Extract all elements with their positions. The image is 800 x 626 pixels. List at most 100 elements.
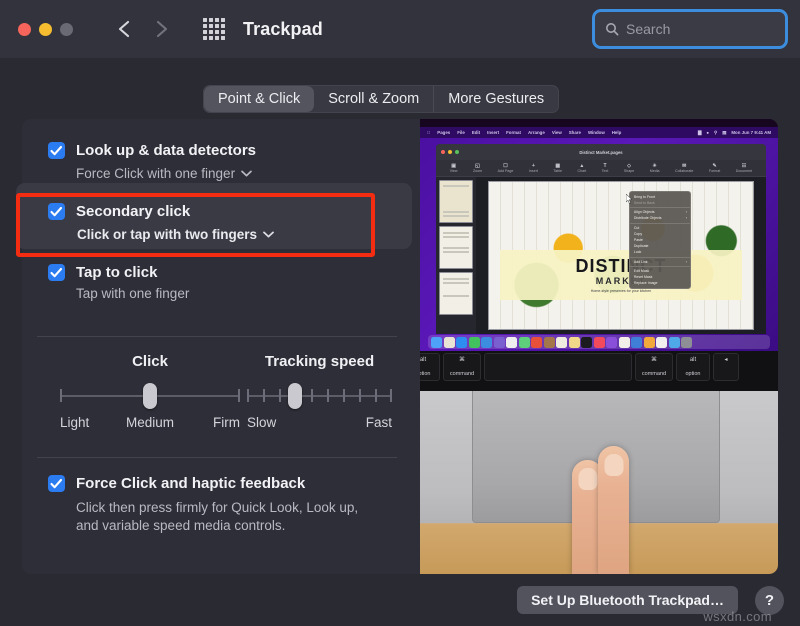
popup-secondary-click-gesture[interactable]: Click or tap with two fingers [71,221,282,246]
option-subtitle: Click or tap with two fingers [77,227,258,242]
slider-tick [310,389,313,402]
slider-labels: Light Medium Firm [60,415,240,433]
preview-menu-item: Pages [434,130,450,135]
wifi-icon: ● [706,130,710,135]
key-option-left: alt option [420,353,440,381]
key-top-label: ◂ [724,357,728,363]
dock-item-messages [468,336,480,348]
preview-menu-item: Edit [468,130,480,135]
dock-item-music [593,336,605,348]
preview-toolbar-item: ▲ Chart [577,163,587,173]
checkbox-tap-to-click[interactable] [48,264,65,281]
option-subtitle: Force Click with one finger [76,166,236,181]
key-top-label: ⌘ [651,357,657,363]
minimize-button[interactable] [39,22,52,36]
context-menu-item: Lock [633,250,642,255]
preview-trackpad-scene [420,391,778,574]
preview-document-page: DISTINCT MARKET Home-style preserves for… [488,181,754,330]
option-secondary-click[interactable]: Secondary click Click or tap with two fi… [48,203,282,246]
window-titlebar: Trackpad [0,0,800,58]
dock-item-contacts [543,336,555,348]
divider [37,336,397,337]
option-description-line1: Click then press firmly for Quick Look, … [76,500,359,515]
checkbox-secondary-click[interactable] [48,203,65,220]
context-menu-separator [629,256,690,258]
show-all-grid-icon[interactable] [203,18,225,40]
key-top-label: alt [689,357,697,363]
slider-title: Tracking speed [264,353,375,370]
context-menu-separator [629,207,690,209]
preview-menu-item: Window [584,130,605,135]
help-button[interactable]: ? [755,586,784,615]
settings-panel: Look up & data detectors Force Click wit… [16,119,778,574]
dock-item-mail [481,336,492,348]
option-tap-to-click[interactable]: Tap to click Tap with one finger [48,264,189,303]
slider-tick [278,389,281,402]
slider-tracking-speed[interactable]: Tracking speed Slow Fast [247,353,392,433]
slider-tick [342,389,345,402]
chevron-down-icon [241,164,252,182]
tab-more-gestures[interactable]: More Gestures [434,86,558,112]
dock-item-finder [431,336,442,348]
key-top-label: alt [420,357,427,363]
preview-menu-item: Insert [483,130,499,135]
slider-tick [326,389,329,402]
preview-toolbar-item: + Insert [528,163,538,173]
dock-item-safari [456,336,467,348]
preview-document-tagline: Home-style preserves for your kitchen [590,289,652,294]
dock-item-calendar [531,336,542,348]
back-chevron-icon[interactable] [115,19,135,39]
preview-app-titlebar: Distinct Market.pages [436,144,766,160]
slider-title: Click [132,353,168,370]
preview-toolbar-item: ☐ Add Page [497,163,514,173]
preview-dock [428,335,770,349]
slider-knob-click[interactable] [143,383,157,409]
slider-label-min: Slow [247,415,277,430]
slider-knob-tracking-speed[interactable] [287,383,302,409]
popup-look-up-gesture[interactable]: Force Click with one finger [76,160,259,185]
option-subtitle: Tap with one finger [76,286,190,301]
preview-page-thumbnails [436,177,476,334]
tab-point-and-click[interactable]: Point & Click [204,86,315,112]
slider-tick [262,389,265,402]
context-menu-separator [629,265,690,267]
preview-toolbar-item: ▣ View [449,163,458,173]
preview-canvas: DISTINCT MARKET Home-style preserves for… [476,177,766,334]
context-menu-item: Send to Back [633,201,655,206]
preview-toolbar-item: ◇ Shape [623,163,635,173]
preview-menubar-status: ▇ ● ⚲ ▤ Mon Jun 7 9:41 AM [698,130,771,136]
set-up-bluetooth-trackpad-button[interactable]: Set Up Bluetooth Trackpad… [517,586,738,614]
preview-fingernail [578,468,597,490]
checkbox-look-up[interactable] [48,142,65,159]
slider-label-mid: Medium [125,415,175,430]
option-title: Force Click and haptic feedback [76,475,306,492]
forward-chevron-icon[interactable] [151,19,171,39]
option-look-up-and-data-detectors[interactable]: Look up & data detectors Force Click wit… [48,142,259,185]
search-input[interactable] [626,21,800,37]
slider-track[interactable] [247,383,392,409]
option-force-click-haptic[interactable]: Force Click and haptic feedback Click th… [48,475,358,535]
context-menu-item: Add Link › [633,259,687,264]
tab-scroll-and-zoom[interactable]: Scroll & Zoom [314,86,435,112]
preview-app-window: Distinct Market.pages ▣ View ◱ Zoom ☐ Add P… [436,144,766,334]
preview-menu-item: Help [608,130,622,135]
option-title: Look up & data detectors [76,142,257,159]
gesture-preview-video[interactable]:  Pages File Edit Insert Format Arrange … [420,119,778,574]
close-button[interactable] [18,22,31,36]
preview-toolbar-item: ▦ Table [553,163,562,173]
preview-document-band: DISTINCT MARKET Home-style preserves for… [499,249,743,300]
slider-track-line [247,395,392,397]
preview-menu-item: View [548,130,562,135]
slider-tick [390,389,392,402]
dock-item-pages [656,336,667,348]
zoom-button[interactable] [60,22,73,36]
search-field[interactable] [592,9,800,49]
dock-item-facetime [518,336,530,348]
preview-page-thumbnail [439,180,473,223]
slider-click[interactable]: Click Light Medium Firm [60,353,240,433]
dock-item-launchpad [443,336,455,348]
context-menu-item: Distribute Objects › [633,216,687,221]
checkbox-force-click[interactable] [48,475,65,492]
slider-track[interactable] [60,383,240,409]
preview-toolbar-item: T Text [601,163,609,173]
